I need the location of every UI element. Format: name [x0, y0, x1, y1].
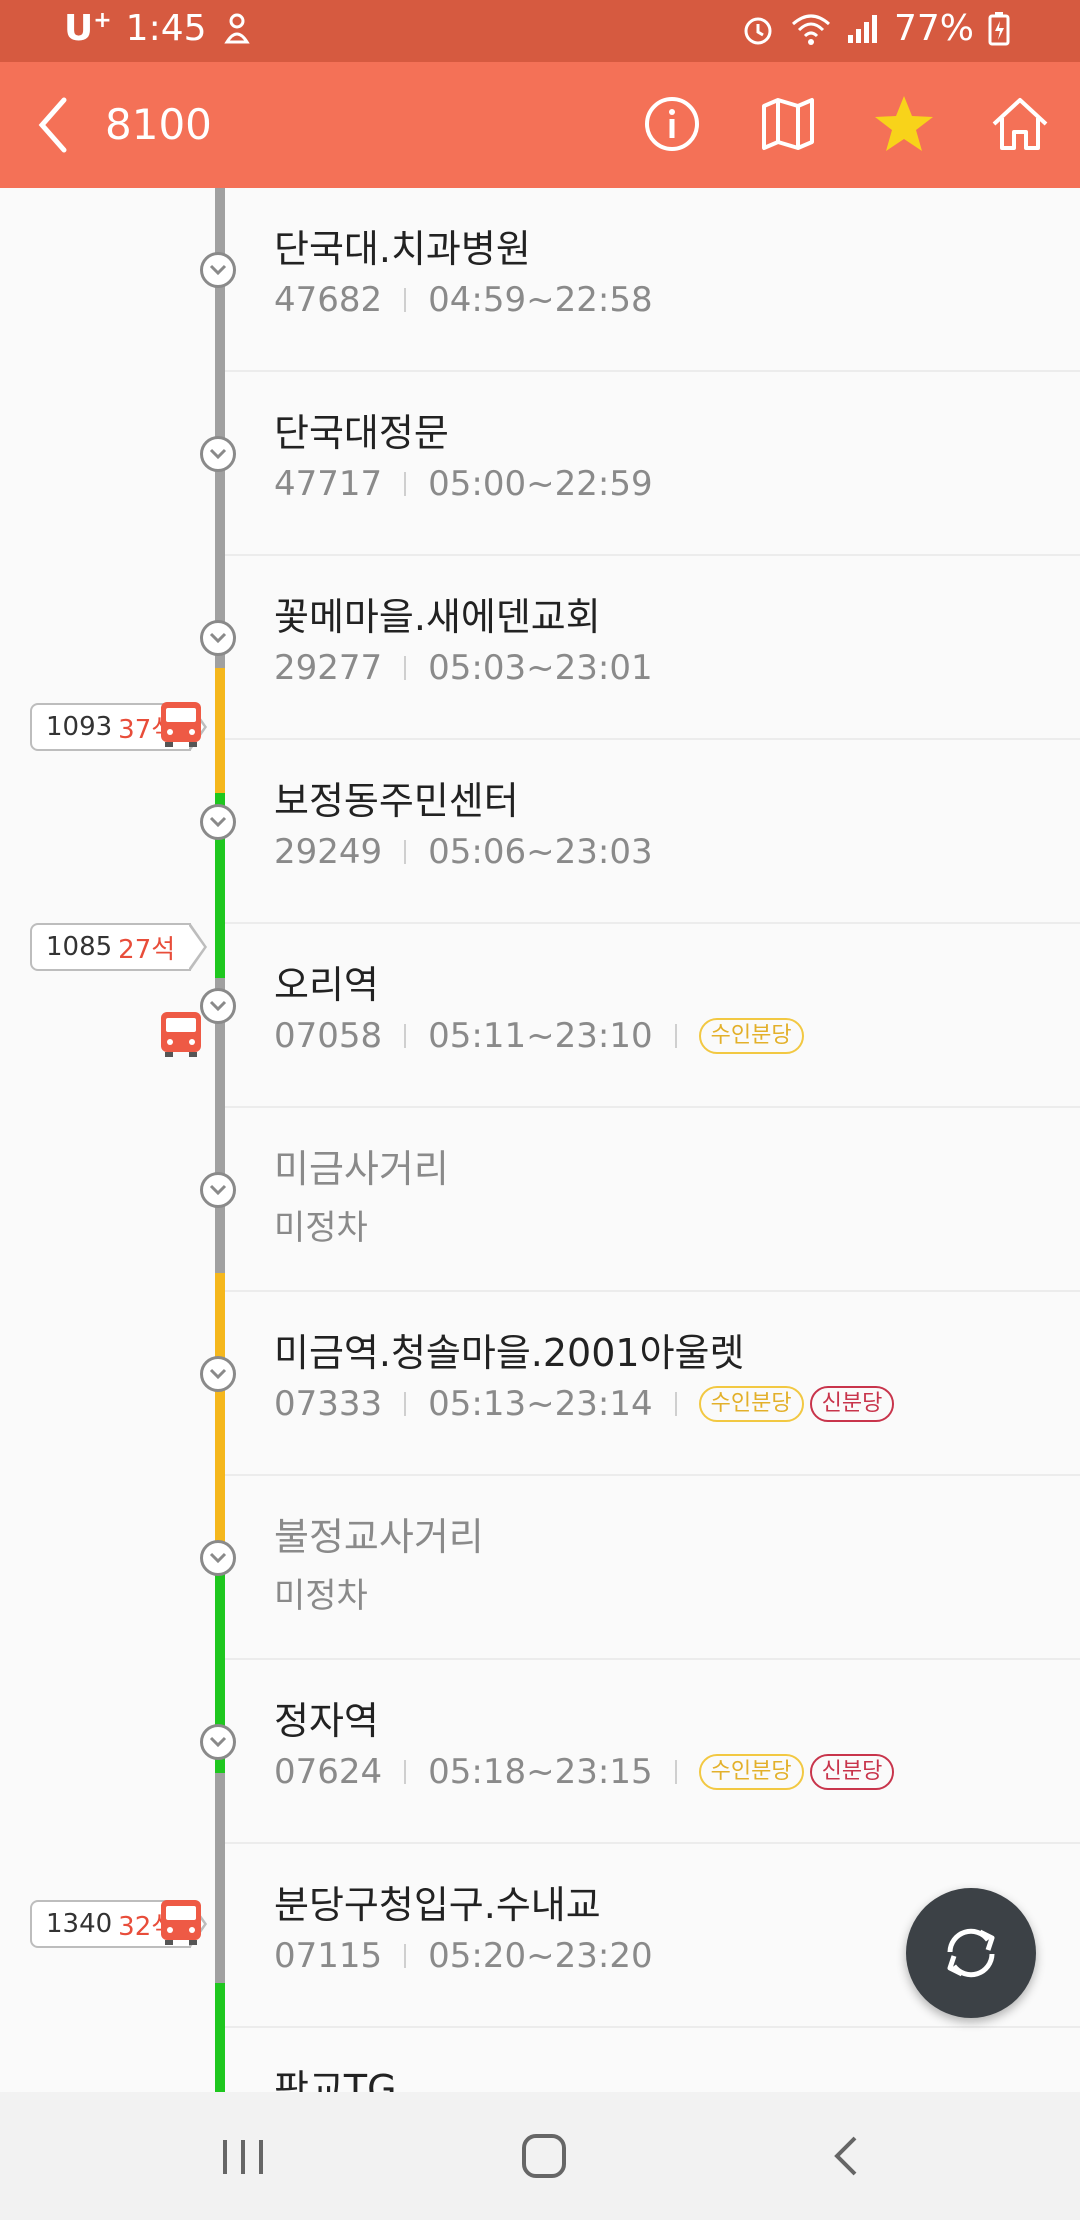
- chevron-down-icon[interactable]: [200, 1172, 236, 1208]
- wifi-icon: [791, 14, 830, 45]
- route-number-title: 8100: [105, 100, 212, 149]
- stop-row[interactable]: 불정교사거리 미정차: [0, 1476, 1080, 1660]
- stop-name: 미금사거리: [274, 1147, 449, 1191]
- chevron-down-icon[interactable]: [200, 252, 236, 288]
- bus-icon[interactable]: [160, 700, 202, 748]
- stop-name: 미금역.청솔마을.2001아울렛: [274, 1331, 745, 1375]
- stop-list[interactable]: 단국대.치과병원 47682 04:59~22:58 단국대정문 47717 05:…: [0, 188, 1080, 2092]
- stop-id: 29249: [274, 832, 383, 872]
- stop-name: 분당구청입구.수내교: [274, 1883, 601, 1927]
- info-icon[interactable]: [640, 92, 704, 156]
- system-nav-bar: [0, 2092, 1080, 2220]
- battery-percent: 77%: [893, 8, 974, 49]
- bus-icon[interactable]: [160, 1010, 202, 1058]
- carrier-label: U+: [64, 8, 112, 49]
- back-nav-icon[interactable]: [817, 2128, 877, 2184]
- bus-icon[interactable]: [160, 1898, 202, 1946]
- refresh-icon: [947, 1928, 995, 1978]
- chevron-down-icon[interactable]: [200, 620, 236, 656]
- no-stop-status: 미정차: [274, 1208, 368, 1248]
- stop-row[interactable]: 단국대.치과병원 47682 04:59~22:58: [0, 188, 1080, 372]
- back-arrow-icon[interactable]: [28, 92, 88, 158]
- home-icon[interactable]: [988, 92, 1052, 156]
- stop-row[interactable]: 미금사거리 미정차: [0, 1108, 1080, 1292]
- subway-line-badge: 수인분당: [698, 1386, 804, 1422]
- refresh-button[interactable]: [906, 1888, 1036, 2018]
- bus-seats: 27석: [118, 934, 176, 965]
- bus-plate: 1085: [46, 932, 113, 962]
- stop-name: 꽃메마을.새에덴교회: [274, 595, 601, 639]
- star-icon[interactable]: [872, 92, 936, 156]
- recent-apps-icon[interactable]: [213, 2128, 273, 2184]
- stop-hours: 05:13~23:14: [428, 1384, 653, 1424]
- stop-hours: 04:59~22:58: [428, 280, 653, 320]
- stop-hours: 05:00~22:59: [428, 464, 653, 504]
- battery-icon: [988, 11, 1010, 45]
- stop-id: 47717: [274, 464, 383, 504]
- stop-name: 오리역: [274, 963, 379, 1007]
- clock: 1:45: [125, 8, 207, 49]
- stop-id: 29277: [274, 648, 383, 688]
- chevron-down-icon[interactable]: [200, 804, 236, 840]
- stop-row[interactable]: 보정동주민센터 29249 05:06~23:03: [0, 740, 1080, 924]
- stop-name: 불정교사거리: [274, 1515, 484, 1559]
- bus-label: 1085 27석: [30, 923, 192, 971]
- stop-name: 단국대정문: [274, 411, 449, 455]
- stop-name: 단국대.치과병원: [274, 227, 531, 271]
- chevron-down-icon[interactable]: [200, 1724, 236, 1760]
- stop-id: 47682: [274, 280, 383, 320]
- bus-plate: 1093: [46, 712, 113, 742]
- stop-row[interactable]: 미금역.청솔마을.2001아울렛 07333 05:13~23:14 수인분당 신분당: [0, 1292, 1080, 1476]
- alarm-icon: [744, 17, 772, 44]
- no-stop-status: 미정차: [274, 1576, 368, 1616]
- stop-hours: 05:06~23:03: [428, 832, 653, 872]
- signal-icon: [847, 14, 877, 43]
- stop-name: 보정동주민센터: [274, 779, 519, 823]
- subway-line-badge: 신분당: [809, 1386, 895, 1422]
- home-nav-icon[interactable]: [514, 2128, 574, 2184]
- chevron-down-icon[interactable]: [200, 1540, 236, 1576]
- stop-row[interactable]: 단국대정문 47717 05:00~22:59: [0, 372, 1080, 556]
- stop-hours: 05:03~23:01: [428, 648, 653, 688]
- stop-id: 07624: [274, 1752, 383, 1792]
- chevron-down-icon[interactable]: [200, 1356, 236, 1392]
- notification-icon: [223, 13, 250, 43]
- chevron-down-icon[interactable]: [200, 436, 236, 472]
- stop-name: 판교TG: [274, 2067, 397, 2092]
- stop-name: 정자역: [274, 1699, 379, 1743]
- subway-line-badge: 신분당: [809, 1754, 895, 1790]
- stop-row[interactable]: 판교TG: [0, 2028, 1080, 2092]
- stop-id: 07115: [274, 1936, 383, 1976]
- stop-hours: 05:11~23:10: [428, 1016, 653, 1056]
- stop-hours: 05:18~23:15: [428, 1752, 653, 1792]
- stop-row[interactable]: 정자역 07624 05:18~23:15 수인분당 신분당: [0, 1660, 1080, 1844]
- map-icon[interactable]: [756, 92, 820, 156]
- bus-plate: 1340: [46, 1909, 113, 1939]
- chevron-down-icon[interactable]: [200, 988, 236, 1024]
- stop-id: 07058: [274, 1016, 383, 1056]
- app-bar: 8100: [0, 62, 1080, 188]
- subway-line-badge: 수인분당: [698, 1018, 804, 1054]
- subway-line-badge: 수인분당: [698, 1754, 804, 1790]
- stop-id: 07333: [274, 1384, 383, 1424]
- bus-marker[interactable]: 1085 27석: [30, 923, 208, 971]
- stop-hours: 05:20~23:20: [428, 1936, 653, 1976]
- status-bar: U+ 1:45 77%: [0, 0, 1080, 62]
